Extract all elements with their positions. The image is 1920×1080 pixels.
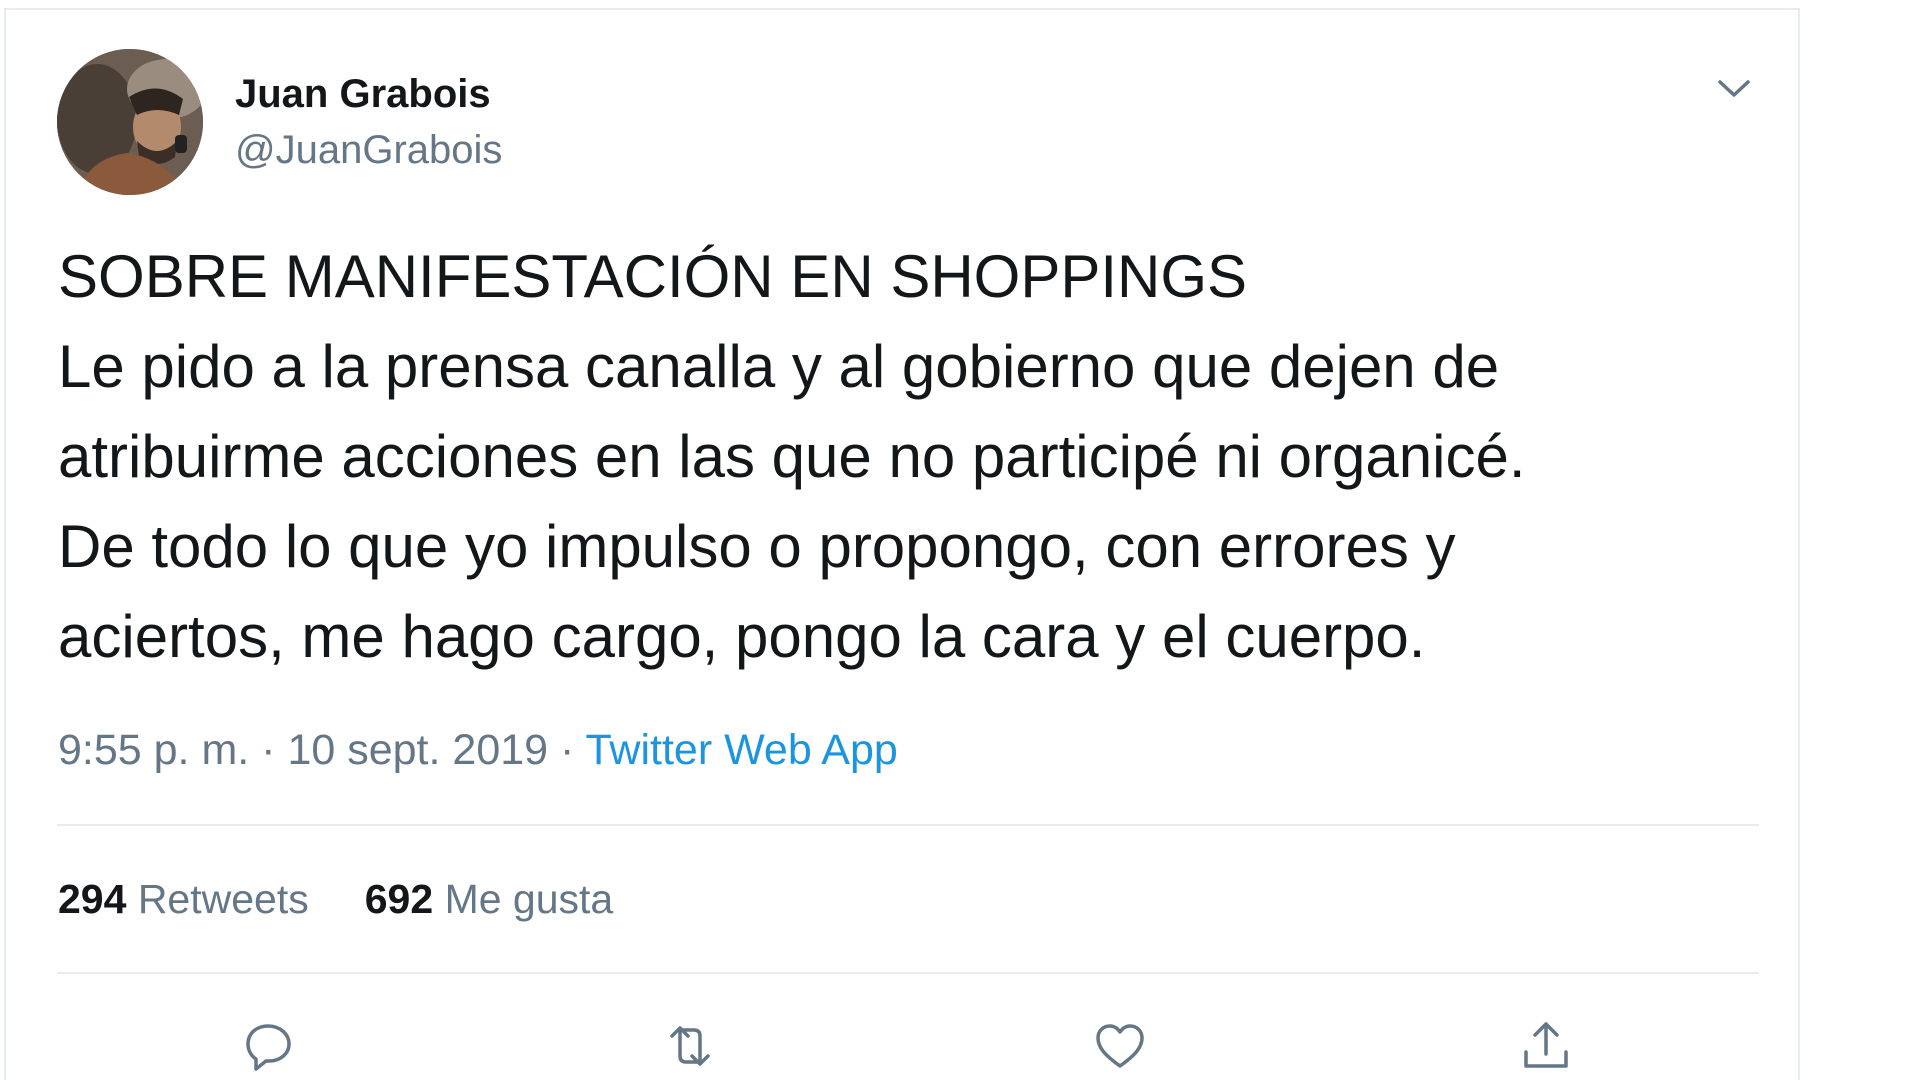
retweets-stat[interactable]: 294 Retweets bbox=[58, 876, 309, 922]
divider bbox=[57, 972, 1759, 974]
tweet-meta: 9:55 p. m. · 10 sept. 2019 · Twitter Web… bbox=[58, 724, 898, 776]
retweets-label: Retweets bbox=[137, 876, 309, 922]
tweet-card: Juan Grabois @JuanGrabois SOBRE MANIFEST… bbox=[4, 8, 1800, 1080]
tweet-line: De todo lo que yo impulso o propongo, co… bbox=[58, 513, 1456, 580]
tweet-stats: 294 Retweets 692 Me gusta bbox=[58, 873, 669, 925]
retweets-count: 294 bbox=[58, 876, 127, 922]
tweet-line: aciertos, me hago cargo, pongo la cara y… bbox=[58, 603, 1426, 670]
author-handle[interactable]: @JuanGrabois bbox=[235, 126, 502, 174]
author-name[interactable]: Juan Grabois bbox=[235, 70, 491, 118]
meta-separator: · bbox=[261, 726, 276, 774]
tweet-line: Le pido a la prensa canalla y al gobiern… bbox=[58, 333, 1500, 400]
reply-icon[interactable] bbox=[236, 1014, 300, 1078]
meta-separator: · bbox=[560, 726, 575, 774]
retweet-icon[interactable] bbox=[658, 1014, 722, 1078]
tweet-date[interactable]: 10 sept. 2019 bbox=[287, 726, 548, 774]
page: Juan Grabois @JuanGrabois SOBRE MANIFEST… bbox=[0, 0, 1920, 1080]
tweet-time[interactable]: 9:55 p. m. bbox=[58, 726, 249, 774]
heart-icon[interactable] bbox=[1088, 1014, 1152, 1078]
tweet-source-link[interactable]: Twitter Web App bbox=[586, 726, 898, 774]
likes-stat[interactable]: 692 Me gusta bbox=[365, 876, 613, 922]
share-icon[interactable] bbox=[1514, 1014, 1578, 1078]
likes-label: Me gusta bbox=[444, 876, 614, 922]
likes-count: 692 bbox=[364, 876, 434, 922]
tweet-line: SOBRE MANIFESTACIÓN EN SHOPPINGS bbox=[58, 243, 1248, 310]
avatar[interactable] bbox=[57, 49, 203, 195]
avatar-image bbox=[57, 49, 203, 195]
chevron-down-icon[interactable] bbox=[1710, 68, 1758, 108]
tweet-text: SOBRE MANIFESTACIÓN EN SHOPPINGS Le pido… bbox=[58, 232, 1778, 682]
divider bbox=[57, 824, 1759, 826]
tweet-line: atribuirme acciones en las que no partic… bbox=[58, 423, 1526, 490]
